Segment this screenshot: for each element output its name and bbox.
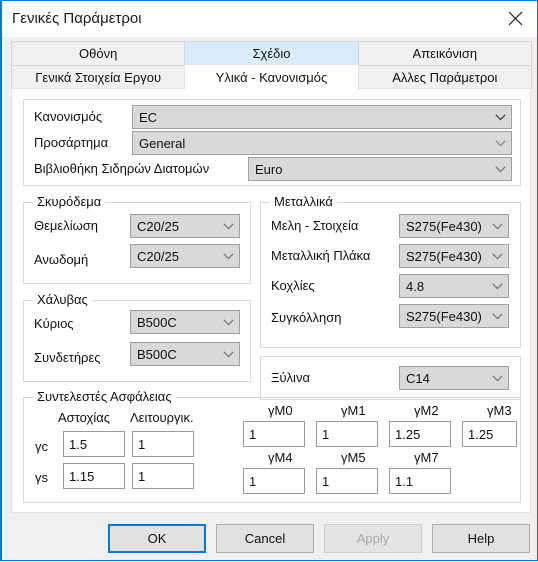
meli-stoixeia-combo[interactable]: S275(Fe430) — [399, 214, 509, 238]
gamma-m0-input[interactable]: 1 — [243, 421, 305, 447]
tab-row-2: Γενικά Στοιχεία Εργου Υλικά - Κανονισμός… — [11, 64, 532, 90]
sygkollisi-value: S275(Fe430) — [406, 308, 482, 324]
dialog-button-bar: OK Cancel Apply Help — [2, 518, 537, 562]
concrete-group: Σκυρόδεμα Θεμελίωση C20/25 Ανωδομή C20/2… — [23, 194, 251, 284]
gamma-m4-input[interactable]: 1 — [243, 468, 305, 494]
tab-apeikonisi[interactable]: Απεικόνιση — [357, 41, 532, 65]
meli-stoixeia-value: S275(Fe430) — [406, 218, 482, 234]
themeliosi-label: Θεμελίωση — [34, 218, 98, 233]
ok-button[interactable]: OK — [108, 524, 206, 553]
syndetires-label: Συνδετήρες — [34, 350, 101, 365]
timber-group: Ξύλινα C14 — [260, 356, 521, 400]
tab-genika-stoixeia-ergou[interactable]: Γενικά Στοιχεία Εργου — [11, 65, 186, 89]
chevron-down-icon — [217, 343, 239, 365]
kanonismos-value: EC — [139, 109, 158, 125]
chevron-down-icon — [217, 311, 239, 333]
steel-rebar-group: Χάλυβας Κύριος B500C Συνδετήρες B500C — [23, 292, 251, 382]
concrete-group-title: Σκυρόδεμα — [33, 194, 106, 209]
tab-ylika-kanonismos[interactable]: Υλικά - Κανονισμός — [184, 64, 359, 90]
meli-stoixeia-label: Μελη - Στοιχεία — [271, 218, 359, 233]
prosartima-label: Προσάρτημα — [34, 135, 109, 150]
safety-factors-group: Συντελεστές Ασφάλειας Αστοχίας Λειτουργι… — [23, 389, 521, 503]
gamma-m3-input[interactable]: 1.25 — [462, 421, 517, 447]
chevron-down-icon — [486, 245, 508, 267]
gamma-m2-input[interactable]: 1.25 — [389, 421, 451, 447]
gamma-c-service-input[interactable]: 1 — [132, 431, 194, 457]
xylina-label: Ξύλινα — [271, 370, 310, 385]
chevron-down-icon — [489, 132, 511, 154]
chevron-down-icon — [486, 367, 508, 389]
gamma-m5-label: γΜ5 — [341, 450, 366, 465]
gamma-m4-label: γΜ4 — [268, 450, 293, 465]
gamma-s-ultimate-input[interactable]: 1.15 — [63, 463, 125, 489]
general-parameters-dialog: Γενικές Παράμετροι Οθόνη Σχέδιο Απεικόνι… — [0, 0, 538, 561]
tab-othoni[interactable]: Οθόνη — [11, 41, 186, 65]
gamma-m3-label: γΜ3 — [487, 403, 512, 418]
chevron-down-icon — [486, 215, 508, 237]
sygkollisi-combo[interactable]: S275(Fe430) — [399, 304, 509, 328]
kochlies-value: 4.8 — [406, 278, 425, 294]
kanonismos-combo[interactable]: EC — [132, 105, 512, 129]
gamma-m5-input[interactable]: 1 — [316, 468, 378, 494]
gamma-m2-label: γΜ2 — [414, 403, 439, 418]
kyrios-label: Κύριος — [34, 316, 74, 331]
xylina-value: C14 — [406, 370, 430, 386]
metalliki-plaka-value: S275(Fe430) — [406, 248, 482, 264]
window-title: Γενικές Παράμετροι — [12, 10, 142, 27]
metal-group-title: Μεταλλικά — [270, 194, 337, 209]
tab-content-panel: Κανονισμός EC Προσάρτημα General Βιβλιοθ… — [11, 88, 531, 513]
gamma-s-service-input[interactable]: 1 — [132, 463, 194, 489]
tab-row-1: Οθόνη Σχέδιο Απεικόνιση — [11, 41, 532, 65]
gamma-m1-input[interactable]: 1 — [316, 421, 378, 447]
xylina-combo[interactable]: C14 — [399, 366, 509, 390]
themeliosi-combo[interactable]: C20/25 — [130, 214, 240, 238]
gamma-m7-label: γΜ7 — [414, 450, 439, 465]
prosartima-combo[interactable]: General — [132, 131, 512, 155]
anodomi-value: C20/25 — [137, 248, 179, 264]
kochlies-combo[interactable]: 4.8 — [399, 274, 509, 298]
chevron-down-icon — [486, 305, 508, 327]
tab-alles-parametroi[interactable]: Αλλες Παράμετροι — [357, 65, 532, 89]
help-button[interactable]: Help — [432, 524, 530, 553]
chevron-down-icon — [486, 275, 508, 297]
syndetires-combo[interactable]: B500C — [130, 342, 240, 366]
gamma-m1-label: γΜ1 — [341, 403, 366, 418]
apply-button: Apply — [324, 524, 422, 553]
gamma-c-label: γc — [35, 439, 48, 454]
metalliki-plaka-label: Μεταλλική Πλάκα — [271, 248, 371, 263]
gamma-s-label: γs — [35, 470, 48, 485]
close-icon[interactable] — [493, 1, 537, 35]
steel-rebar-group-title: Χάλυβας — [33, 292, 92, 307]
vivliothiki-value: Euro — [255, 161, 283, 177]
anodomi-combo[interactable]: C20/25 — [130, 244, 240, 268]
metal-group: Μεταλλικά Μελη - Στοιχεία S275(Fe430) Με… — [260, 194, 521, 348]
kanonismos-label: Κανονισμός — [34, 109, 103, 124]
gamma-m7-input[interactable]: 1.1 — [389, 468, 451, 494]
anodomi-label: Ανωδομή — [34, 252, 89, 267]
prosartima-value: General — [139, 135, 186, 151]
regulation-group: Κανονισμός EC Προσάρτημα General Βιβλιοθ… — [23, 99, 521, 186]
vivliothiki-combo[interactable]: Euro — [248, 157, 512, 181]
tab-schedio[interactable]: Σχέδιο — [184, 41, 359, 65]
cancel-button[interactable]: Cancel — [216, 524, 314, 553]
astochias-header: Αστοχίας — [58, 410, 111, 425]
chevron-down-icon — [489, 106, 511, 128]
kyrios-combo[interactable]: B500C — [130, 310, 240, 334]
safety-factors-group-title: Συντελεστές Ασφάλειας — [33, 389, 176, 404]
themeliosi-value: C20/25 — [137, 218, 179, 234]
chevron-down-icon — [489, 158, 511, 180]
metalliki-plaka-combo[interactable]: S275(Fe430) — [399, 244, 509, 268]
sygkollisi-label: Συγκόλληση — [271, 310, 342, 325]
kochlies-label: Κοχλίες — [271, 278, 315, 293]
title-bar: Γενικές Παράμετροι — [2, 1, 537, 37]
vivliothiki-label: Βιβλιοθήκη Σιδηρών Διατομών — [34, 161, 210, 176]
gamma-m0-label: γΜ0 — [268, 403, 293, 418]
chevron-down-icon — [217, 215, 239, 237]
tab-strip: Οθόνη Σχέδιο Απεικόνιση Γενικά Στοιχεία … — [11, 41, 532, 90]
syndetires-value: B500C — [137, 346, 177, 362]
kyrios-value: B500C — [137, 314, 177, 330]
chevron-down-icon — [217, 245, 239, 267]
leitourgik-header: Λειτουργικ. — [130, 410, 194, 425]
gamma-c-ultimate-input[interactable]: 1.5 — [63, 431, 125, 457]
